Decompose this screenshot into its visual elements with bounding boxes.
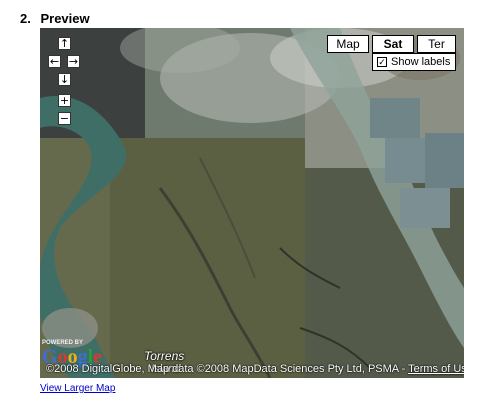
arrow-up-icon: ↑ xyxy=(59,37,70,50)
view-larger-map-link[interactable]: View Larger Map xyxy=(40,383,115,394)
attribution-text: ©2008 DigitalGlobe, Map data ©2008 MapDa… xyxy=(46,363,409,375)
satellite-map[interactable]: ↑ ← → ↓ + − Map Sat Ter ✓ Show labels To… xyxy=(40,28,464,378)
satellite-imagery[interactable] xyxy=(40,28,464,378)
terms-of-use-link[interactable]: Terms of Use xyxy=(408,363,464,375)
map-type-sat-button[interactable]: Sat xyxy=(372,35,414,53)
arrow-down-icon: ↓ xyxy=(59,73,70,86)
pan-up-button[interactable]: ↑ xyxy=(58,37,71,50)
pan-right-button[interactable]: → xyxy=(67,55,80,68)
arrow-left-icon: ← xyxy=(49,55,60,68)
show-labels-checkbox[interactable]: ✓ xyxy=(377,57,387,67)
pan-left-button[interactable]: ← xyxy=(48,55,61,68)
pan-down-button[interactable]: ↓ xyxy=(58,73,71,86)
show-labels-label: Show labels xyxy=(391,56,451,68)
plus-icon: + xyxy=(59,94,70,107)
zoom-in-button[interactable]: + xyxy=(58,94,71,107)
map-type-map-button[interactable]: Map xyxy=(327,35,369,53)
map-type-ter-button[interactable]: Ter xyxy=(417,35,456,53)
show-labels-toggle[interactable]: ✓ Show labels xyxy=(372,53,456,71)
map-attribution: ©2008 DigitalGlobe, Map data ©2008 MapDa… xyxy=(46,363,464,375)
section-heading: 2. Preview xyxy=(20,11,90,26)
arrow-right-icon: → xyxy=(68,55,79,68)
minus-icon: − xyxy=(59,112,70,125)
section-title: Preview xyxy=(40,11,90,26)
zoom-out-button[interactable]: − xyxy=(58,112,71,125)
place-label-torrens: Torrens xyxy=(144,349,185,363)
section-number: 2. xyxy=(20,11,31,26)
